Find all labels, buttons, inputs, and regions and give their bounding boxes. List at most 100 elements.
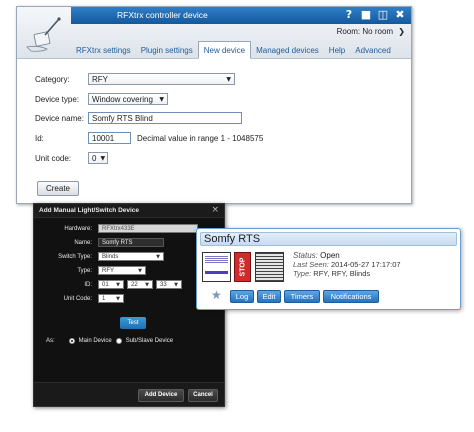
dialog-header: Add Manual Light/Switch Device × <box>34 204 224 218</box>
device-type-row: Device type: Window covering ▼ <box>35 93 168 105</box>
as-label: As: <box>46 338 55 344</box>
window-titlebar: RFXtrx controller device ? ■ ◫ ✖ <box>71 7 411 24</box>
id-part-3-value: 33 <box>160 281 167 288</box>
switch-type-value: Blinds <box>102 253 119 260</box>
edit-button[interactable]: Edit <box>257 290 281 303</box>
notifications-button[interactable]: Notifications <box>323 290 379 303</box>
id-part-2-select[interactable]: 22 ▼ <box>127 280 153 289</box>
help-icon[interactable]: ? <box>342 8 356 22</box>
rfxtrx-controller-window: RFXtrx controller device ? ■ ◫ ✖ Room: N… <box>16 6 412 204</box>
device-type-label: Device type: <box>35 94 80 104</box>
id-label: Id: <box>35 133 44 143</box>
status-value: Open <box>320 251 340 260</box>
log-button[interactable]: Log <box>230 290 254 303</box>
hardware-field: RFXtrx433E <box>98 224 198 233</box>
blind-closed-icon[interactable] <box>255 252 284 282</box>
chevron-down-icon: ▼ <box>174 281 178 288</box>
unit-code-select[interactable]: 0 ▼ <box>88 152 108 164</box>
chevron-down-icon: ▼ <box>138 267 142 274</box>
dialog-title: Add Manual Light/Switch Device <box>39 207 140 214</box>
id-row: ID: 01 ▼ 22 ▼ 33 ▼ <box>34 280 182 289</box>
type-value: RFY, RFY, Blinds <box>313 269 371 278</box>
close-icon[interactable]: ✖ <box>393 8 407 22</box>
id-part-2-value: 22 <box>131 281 138 288</box>
device-widget: Somfy RTS STOP Status: Open Last Seen: 2… <box>196 228 461 310</box>
type-key: Type: <box>293 269 312 278</box>
widget-title: Somfy RTS <box>200 232 457 246</box>
switch-type-select[interactable]: Blinds ▼ <box>98 252 164 261</box>
name-input[interactable]: Somfy RTS <box>98 238 164 247</box>
chevron-down-icon: ▼ <box>116 281 120 288</box>
tab-help[interactable]: Help <box>324 43 350 58</box>
window-title: RFXtrx controller device <box>117 10 208 20</box>
id-hint: Decimal value in range 1 - 1048575 <box>137 133 264 143</box>
id-input[interactable]: 10001 <box>88 132 131 144</box>
titlebar-icons: ? ■ ◫ ✖ <box>342 8 407 22</box>
name-value: Somfy RTS <box>102 239 133 246</box>
sub-device-label: Sub/Slave Device <box>125 338 174 344</box>
last-seen-key: Last Seen: <box>293 260 329 269</box>
room-value: No room <box>362 27 394 36</box>
device-info: Status: Open Last Seen: 2014-05-27 17:17… <box>293 251 401 278</box>
room-selector[interactable]: Room: No room ❯ <box>337 27 405 36</box>
last-seen-value: 2014-05-27 17:17:07 <box>330 260 401 269</box>
chevron-down-icon: ▼ <box>159 95 164 103</box>
stop-button[interactable]: STOP <box>234 252 251 282</box>
device-name-row: Device name: Somfy RTS Blind <box>35 112 242 124</box>
type-label: Type: <box>77 267 92 274</box>
chevron-down-icon: ❯ <box>398 27 405 36</box>
id-label: ID: <box>84 281 92 288</box>
plugin-logo-icon <box>26 17 61 52</box>
chevron-down-icon: ▼ <box>116 295 120 302</box>
stop-label: STOP <box>239 257 246 277</box>
tab-advanced[interactable]: Advanced <box>350 43 396 58</box>
test-button[interactable]: Test <box>120 317 146 329</box>
category-value: RFY <box>92 74 108 84</box>
trash-icon[interactable]: ◫ <box>376 8 390 22</box>
id-part-3-select[interactable]: 33 ▼ <box>156 280 182 289</box>
name-label: Name: <box>74 239 92 246</box>
category-row: Category: RFY ▼ <box>35 73 235 85</box>
window-header: RFXtrx controller device ? ■ ◫ ✖ Room: N… <box>17 7 411 59</box>
type-select[interactable]: RFY ▼ <box>98 266 146 275</box>
switch-type-row: Switch Type: Blinds ▼ <box>34 252 164 261</box>
type-row: Type: RFY ▼ <box>34 266 146 275</box>
create-button[interactable]: Create <box>37 181 79 196</box>
status-key: Status: <box>293 251 318 260</box>
device-type-select[interactable]: Window covering ▼ <box>88 93 168 105</box>
name-row: Name: Somfy RTS <box>34 238 164 247</box>
main-device-label: Main Device <box>78 338 112 344</box>
timers-button[interactable]: Timers <box>284 290 320 303</box>
sub-device-radio[interactable] <box>115 338 122 344</box>
device-name-input[interactable]: Somfy RTS Blind <box>88 112 242 124</box>
unit-code-value: 0 <box>92 153 97 163</box>
add-device-button[interactable]: Add Device <box>138 389 184 402</box>
id-part-1-value: 01 <box>102 281 109 288</box>
unit-code-select[interactable]: 1 ▼ <box>98 294 124 303</box>
hardware-label: Hardware: <box>64 225 92 232</box>
tab-plugin-settings[interactable]: Plugin settings <box>136 43 198 58</box>
tab-new-device[interactable]: New device <box>197 41 252 59</box>
hardware-row: Hardware: RFXtrx433E <box>34 224 198 233</box>
cancel-button[interactable]: Cancel <box>188 389 218 402</box>
id-part-1-select[interactable]: 01 ▼ <box>98 280 124 289</box>
dialog-footer: Add Device Cancel <box>34 382 224 406</box>
device-name-label: Device name: <box>35 113 84 123</box>
unit-code-row: Unit code: 0 ▼ <box>35 152 108 164</box>
id-row: Id: 10001 Decimal value in range 1 - 104… <box>35 132 263 144</box>
chevron-down-icon: ▼ <box>145 281 149 288</box>
chevron-down-icon: ▼ <box>156 253 160 260</box>
unit-code-value: 1 <box>102 295 106 302</box>
category-select[interactable]: RFY ▼ <box>88 73 235 85</box>
main-device-radio[interactable] <box>68 338 75 344</box>
tab-bar: RFXtrx settings Plugin settings New devi… <box>71 41 396 59</box>
unit-code-label: Unit Code: <box>63 295 92 302</box>
blind-open-icon[interactable] <box>202 252 231 282</box>
favorite-star-icon[interactable]: ★ <box>211 288 222 302</box>
tab-rfxtrx-settings[interactable]: RFXtrx settings <box>71 43 136 58</box>
close-icon[interactable]: × <box>211 205 219 215</box>
chevron-down-icon: ▼ <box>100 154 106 162</box>
tab-managed-devices[interactable]: Managed devices <box>251 43 324 58</box>
save-icon[interactable]: ■ <box>359 8 373 22</box>
room-label: Room: <box>336 27 361 36</box>
